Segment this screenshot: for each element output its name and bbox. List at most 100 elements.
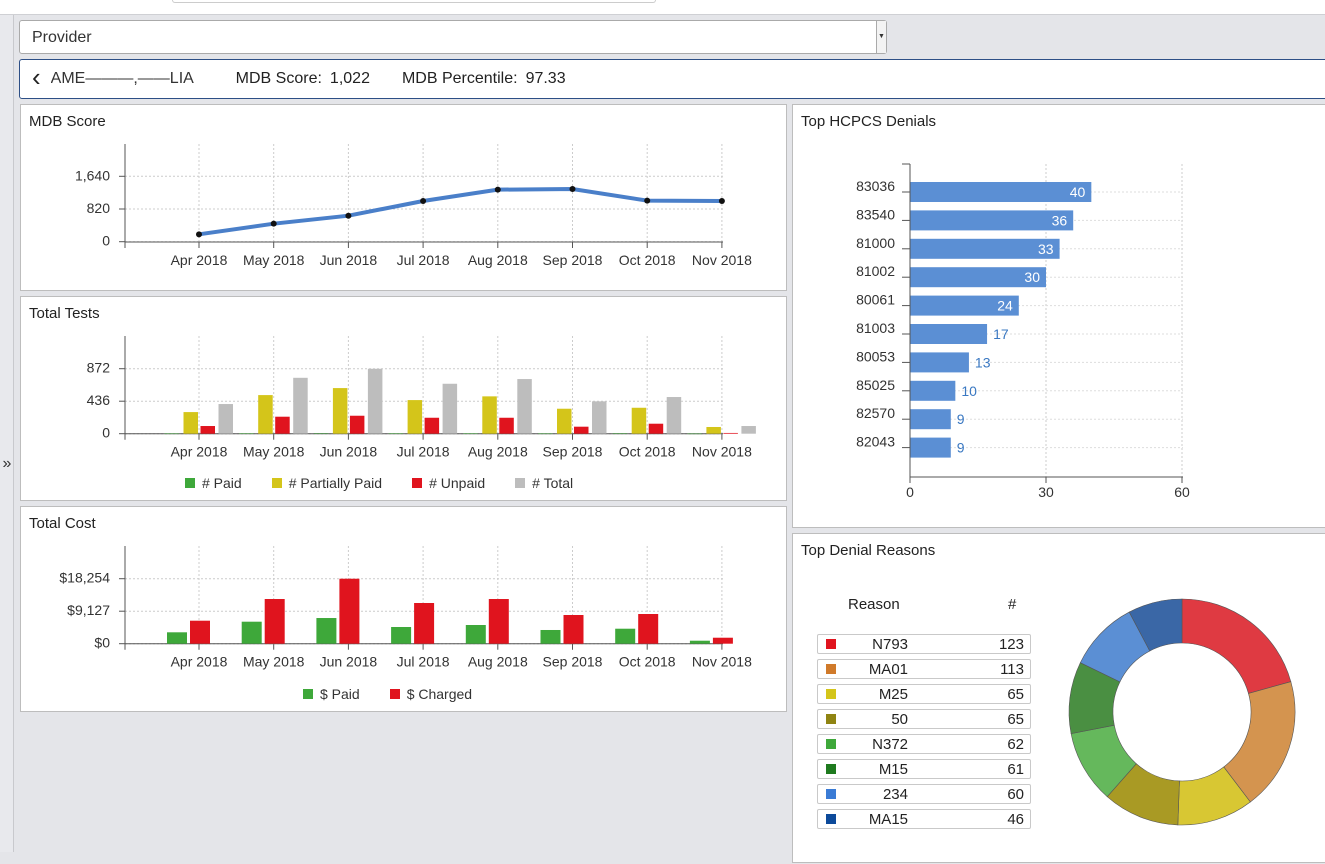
data-label: 30 — [1024, 269, 1040, 285]
bar — [648, 423, 664, 434]
bar — [465, 625, 486, 644]
provider-header: ‹ AME———,——LIA MDB Score: 1,022 MDB Perc… — [19, 59, 1325, 99]
top-search-input[interactable] — [172, 0, 656, 3]
data-label: 24 — [997, 298, 1013, 314]
bar — [293, 377, 308, 434]
data-point — [644, 197, 651, 204]
bar — [689, 640, 710, 644]
bar — [592, 401, 607, 434]
y-tick-label: 82043 — [856, 434, 895, 450]
legend-item[interactable]: $ Paid — [303, 686, 360, 702]
y-tick-label: 85025 — [856, 377, 895, 393]
total-cost-chart: Apr 2018 May 2018 Jun 2018 Jul 2018 Aug 2018… — [59, 546, 752, 670]
x-tick-label: Jul 2018 — [397, 252, 450, 268]
x-tick-label: Apr 2018 — [171, 252, 228, 268]
bar — [910, 409, 951, 430]
bar — [275, 416, 290, 434]
x-tick-label: Aug 2018 — [468, 654, 528, 670]
x-tick-label: Jun 2018 — [320, 654, 378, 670]
data-label: 13 — [975, 354, 991, 370]
bar — [741, 426, 756, 434]
x-tick-label: Nov 2018 — [692, 252, 752, 268]
x-tick-label: Sep 2018 — [543, 252, 603, 268]
y-tick-label: $9,127 — [67, 602, 110, 618]
bar — [910, 380, 956, 401]
bar — [910, 437, 951, 458]
bar — [910, 352, 969, 373]
data-label: 40 — [1070, 184, 1086, 200]
bar — [424, 417, 440, 434]
x-tick-label: Oct 2018 — [619, 444, 676, 460]
provider-select-value: Provider — [32, 29, 92, 46]
data-point — [569, 185, 576, 192]
legend-swatch — [515, 478, 526, 488]
bar — [388, 433, 404, 434]
y-tick-label: 81003 — [856, 320, 895, 336]
y-tick-label: $0 — [94, 635, 110, 651]
y-tick-label: 81000 — [856, 235, 895, 251]
left-sidebar — [0, 15, 14, 852]
x-tick-label: May 2018 — [243, 654, 305, 670]
legend-item[interactable]: # Paid — [185, 475, 242, 491]
legend-item[interactable]: $ Charged — [389, 686, 472, 702]
provider-name: AME———,——LIA — [50, 70, 194, 87]
legend-item[interactable]: # Total — [515, 475, 573, 491]
mdb-score-panel: MDB Score Apr 2018 May 2018 Jun 2018 Jul 20… — [20, 104, 787, 291]
bar — [332, 388, 348, 434]
legend-label: # Total — [532, 475, 574, 491]
x-tick-label: Sep 2018 — [543, 444, 603, 460]
bar — [910, 324, 988, 344]
legend-item[interactable]: # Partially Paid — [271, 475, 382, 491]
data-label: 10 — [961, 383, 977, 399]
chevron-left-icon[interactable]: ‹ — [32, 64, 41, 90]
bar — [563, 614, 584, 644]
provider-select[interactable]: Provider ▼ — [19, 20, 887, 54]
x-tick-label: Apr 2018 — [171, 444, 228, 460]
y-tick-label: 1,640 — [75, 167, 110, 183]
data-point — [270, 220, 277, 227]
x-tick-label: May 2018 — [243, 444, 305, 460]
x-tick-label: Sep 2018 — [543, 654, 603, 670]
bar — [414, 602, 435, 644]
bar — [164, 433, 179, 435]
y-tick-label: 80061 — [856, 292, 895, 308]
chart-legend: $ Paid $ Charged — [303, 686, 472, 702]
total-tests-panel: Total Tests Apr 2018 May 2018 Jun 2018 Jul … — [20, 296, 787, 501]
denial-reasons-donut — [1068, 598, 1296, 826]
y-tick-label: 872 — [87, 360, 111, 376]
x-tick-label: Apr 2018 — [171, 654, 228, 670]
top-denial-reasons-panel: Top Denial Reasons Reason # N793 123 MA01 1… — [792, 533, 1325, 863]
x-tick-label: Jul 2018 — [397, 444, 450, 460]
bar — [488, 599, 509, 644]
data-point — [718, 197, 725, 204]
x-tick-label: Oct 2018 — [619, 252, 676, 268]
bar — [241, 621, 262, 644]
y-tick-label: 80053 — [856, 348, 895, 364]
bar — [615, 628, 636, 644]
bar — [183, 412, 198, 434]
x-tick-label: Oct 2018 — [619, 654, 676, 670]
legend-swatch — [185, 478, 195, 488]
dropdown-arrow-icon[interactable]: ▼ — [876, 21, 886, 53]
data-label: 9 — [957, 440, 965, 456]
legend-item[interactable]: # Unpaid — [412, 475, 485, 491]
total-cost-panel: Total Cost Apr 2018 May 2018 Jun 2018 Jul 2… — [20, 506, 787, 712]
bar — [367, 368, 383, 434]
bar — [910, 210, 1074, 231]
bar — [540, 629, 561, 644]
data-point — [196, 231, 202, 238]
legend-label: # Unpaid — [429, 475, 486, 491]
bar — [666, 397, 682, 434]
double-chevron-right-icon[interactable]: » — [0, 455, 14, 473]
x-tick-label: Jun 2018 — [320, 444, 378, 460]
top-hcpcs-denials-panel: Top HCPCS Denials 0 30 60 83036 40 83540 36 810… — [792, 104, 1325, 528]
bar — [706, 426, 721, 434]
bar — [538, 433, 553, 435]
bar — [316, 618, 337, 644]
x-tick-label: May 2018 — [243, 252, 305, 268]
bar — [574, 426, 589, 434]
x-tick-label: Nov 2018 — [692, 444, 752, 460]
bar — [517, 379, 532, 434]
bar — [910, 182, 1092, 202]
bar — [258, 395, 273, 434]
